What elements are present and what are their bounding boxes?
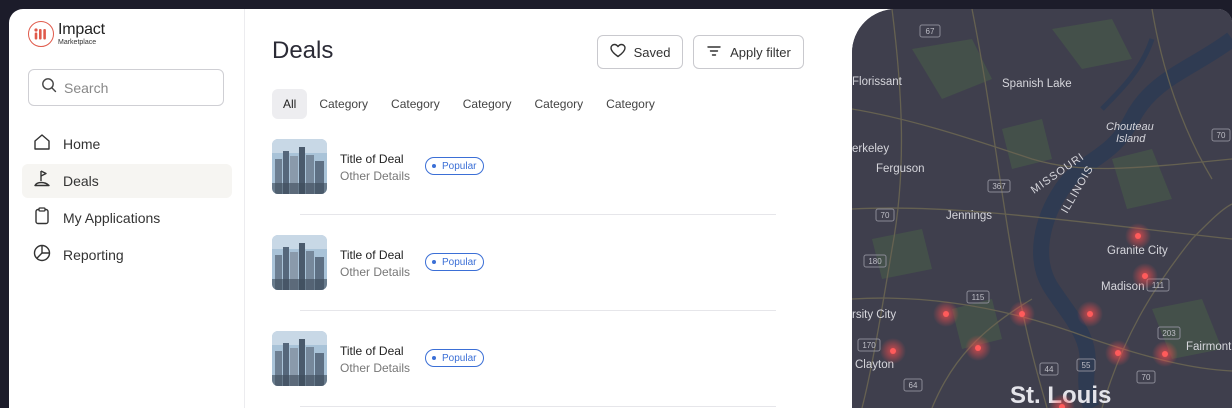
svg-text:erkeley: erkeley [852,143,889,155]
deal-details: Other Details [340,361,411,375]
pie-chart-icon [32,243,52,268]
deal-title: Title of Deal [340,344,404,358]
svg-text:44: 44 [1045,365,1054,374]
svg-text:Spanish Lake: Spanish Lake [1002,78,1072,90]
divider [300,310,776,311]
svg-text:Fairmont: Fairmont [1186,341,1232,353]
svg-text:Ferguson: Ferguson [876,163,925,175]
search-input[interactable] [64,79,214,96]
sidebar-nav: Home Deals My Applications Reporting [22,127,232,275]
page-title: Deals [272,37,334,64]
deal-details: Other Details [340,265,411,279]
badge-dot-icon [432,356,436,360]
tab-category[interactable]: Category [380,89,451,119]
brand-logo[interactable]: Impact Marketplace [28,21,105,47]
tab-all[interactable]: All [272,89,308,119]
deals-icon [32,169,52,194]
svg-text:70: 70 [1217,131,1226,140]
svg-text:55: 55 [1082,361,1091,370]
deal-list-item[interactable]: Title of Deal Other Details Popular [272,139,777,235]
saved-button[interactable]: Saved [597,35,683,69]
deal-list-item[interactable]: Title of Deal Other Details Popular [272,235,777,331]
sidebar-item-label: Reporting [63,247,124,263]
saved-button-label: Saved [633,44,671,60]
deals-map[interactable]: 67 367 70 115 180 203 111 70 55 64 44 17… [852,9,1232,408]
svg-text:Island: Island [1116,133,1146,145]
tab-category[interactable]: Category [308,89,379,119]
deals-panel: Deals Saved Apply filter All Category Ca… [246,9,852,408]
category-tabs: All Category Category Category Category … [272,89,667,119]
brand-subtitle: Marketplace [58,39,97,46]
brand-name: Impact [58,21,105,38]
svg-text:170: 170 [862,341,876,350]
svg-text:180: 180 [868,257,882,266]
deal-thumbnail [272,235,327,290]
impact-logo-icon [28,21,54,47]
svg-text:203: 203 [1162,329,1176,338]
sidebar-item-label: Deals [63,173,99,189]
sidebar-item-home[interactable]: Home [22,127,232,161]
home-icon [32,132,52,157]
apply-filter-button[interactable]: Apply filter [693,35,804,69]
sidebar-item-my-applications[interactable]: My Applications [22,201,232,235]
svg-text:367: 367 [992,182,1006,191]
search-box[interactable] [28,69,224,106]
status-badge: Popular [425,157,485,175]
sidebar-item-label: My Applications [63,210,161,226]
search-icon [41,77,57,98]
sidebar: Impact Marketplace Home Deals [9,9,245,408]
divider [300,214,776,215]
svg-text:64: 64 [909,381,918,390]
divider [300,406,776,407]
tab-category[interactable]: Category [452,89,523,119]
svg-text:Jennings: Jennings [946,210,992,222]
svg-text:rsity City: rsity City [852,309,896,321]
heart-icon [609,43,626,61]
svg-text:115: 115 [972,293,985,302]
apply-filter-label: Apply filter [730,44,791,60]
badge-dot-icon [432,260,436,264]
badge-dot-icon [432,164,436,168]
status-badge: Popular [425,349,485,367]
clipboard-icon [32,206,52,231]
tab-category[interactable]: Category [595,89,666,119]
tab-category[interactable]: Category [523,89,594,119]
deal-list-item[interactable]: Title of Deal Other Details Popular [272,331,777,408]
sidebar-item-deals[interactable]: Deals [22,164,232,198]
deal-details: Other Details [340,169,411,183]
svg-text:67: 67 [926,27,935,36]
svg-text:70: 70 [881,211,890,220]
deal-thumbnail [272,139,327,194]
filter-icon [706,44,722,61]
sidebar-item-reporting[interactable]: Reporting [22,238,232,272]
svg-text:Florissant: Florissant [852,76,903,88]
sidebar-item-label: Home [63,136,101,152]
status-badge: Popular [425,253,485,271]
app-window: Impact Marketplace Home Deals [9,9,1232,408]
svg-text:70: 70 [1142,373,1151,382]
deal-title: Title of Deal [340,152,404,166]
svg-text:Chouteau: Chouteau [1106,121,1154,133]
deal-thumbnail [272,331,327,386]
deal-title: Title of Deal [340,248,404,262]
